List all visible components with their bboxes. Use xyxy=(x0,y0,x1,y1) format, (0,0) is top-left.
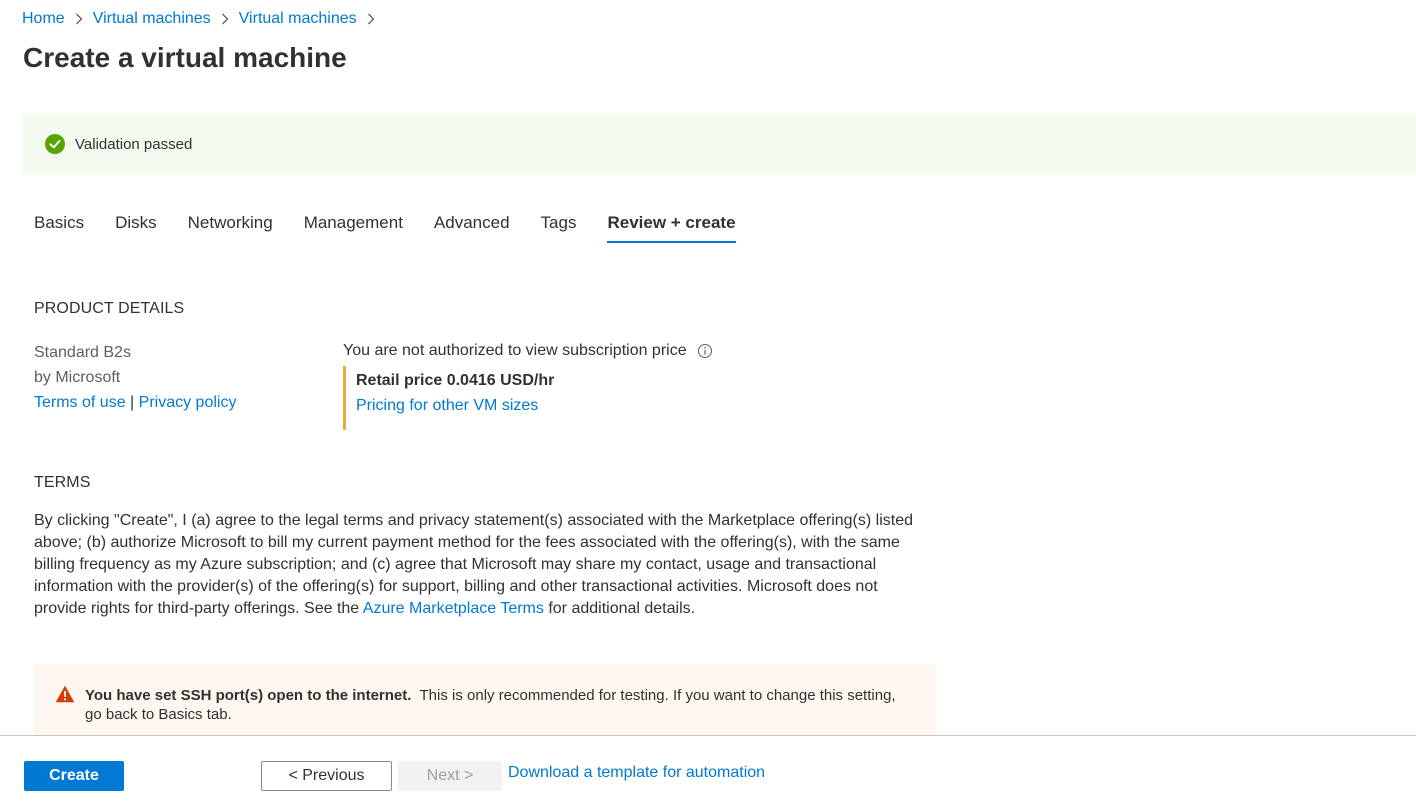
validation-status-text: Validation passed xyxy=(75,135,193,153)
product-details-heading: PRODUCT DETAILS xyxy=(34,300,185,317)
azure-marketplace-terms-link[interactable]: Azure Marketplace Terms xyxy=(363,600,544,617)
validation-banner: Validation passed xyxy=(23,113,1416,175)
retail-price: Retail price 0.0416 USD/hr xyxy=(356,372,555,389)
breadcrumb-virtual-machines-1[interactable]: Virtual machines xyxy=(93,10,211,28)
price-note: You are not authorized to view subscript… xyxy=(343,342,713,360)
breadcrumb-virtual-machines-2[interactable]: Virtual machines xyxy=(239,10,357,28)
terms-heading: TERMS xyxy=(34,474,91,491)
product-name: Standard B2s xyxy=(34,344,131,361)
breadcrumb: Home Virtual machines Virtual machines xyxy=(22,10,385,28)
terms-body-end: for additional details. xyxy=(543,600,696,617)
create-button[interactable]: Create xyxy=(24,761,124,791)
terms-text: By clicking "Create", I (a) agree to the… xyxy=(34,510,929,620)
product-publisher: by Microsoft xyxy=(34,369,121,386)
tab-management[interactable]: Management xyxy=(304,213,403,241)
breadcrumb-home[interactable]: Home xyxy=(22,10,65,28)
check-circle-icon xyxy=(45,134,65,154)
download-template-link[interactable]: Download a template for automation xyxy=(508,764,765,782)
warning-icon xyxy=(55,685,75,703)
tab-basics[interactable]: Basics xyxy=(34,213,84,241)
tab-tags[interactable]: Tags xyxy=(541,213,577,241)
chevron-right-icon xyxy=(221,13,229,25)
tab-disks[interactable]: Disks xyxy=(115,213,157,241)
product-links: Terms of use | Privacy policy xyxy=(34,390,236,415)
warning-text: You have set SSH port(s) open to the int… xyxy=(85,686,915,724)
wizard-tabs: Basics Disks Networking Management Advan… xyxy=(34,213,767,243)
product-info: Standard B2s by Microsoft Terms of use |… xyxy=(34,340,236,415)
next-button[interactable]: Next > xyxy=(398,761,502,791)
page-title: Create a virtual machine xyxy=(23,42,347,73)
tab-networking[interactable]: Networking xyxy=(188,213,273,241)
create-vm-page: Home Virtual machines Virtual machines C… xyxy=(0,0,1416,805)
ssh-warning-banner: You have set SSH port(s) open to the int… xyxy=(34,664,936,735)
price-note-text: You are not authorized to view subscript… xyxy=(343,342,687,359)
chevron-right-icon xyxy=(367,13,375,25)
previous-button[interactable]: < Previous xyxy=(261,761,392,791)
chevron-right-icon xyxy=(75,13,83,25)
footer-divider xyxy=(0,735,1416,736)
pricing-other-vm-sizes-link[interactable]: Pricing for other VM sizes xyxy=(356,397,554,415)
link-separator: | xyxy=(130,394,135,411)
price-box: Retail price 0.0416 USD/hr Pricing for o… xyxy=(343,366,554,430)
warning-bold-text: You have set SSH port(s) open to the int… xyxy=(85,687,412,704)
terms-of-use-link[interactable]: Terms of use xyxy=(34,394,126,411)
tab-review-create[interactable]: Review + create xyxy=(607,213,736,243)
tab-advanced[interactable]: Advanced xyxy=(434,213,510,241)
info-icon[interactable] xyxy=(697,343,713,359)
privacy-policy-link[interactable]: Privacy policy xyxy=(139,394,237,411)
